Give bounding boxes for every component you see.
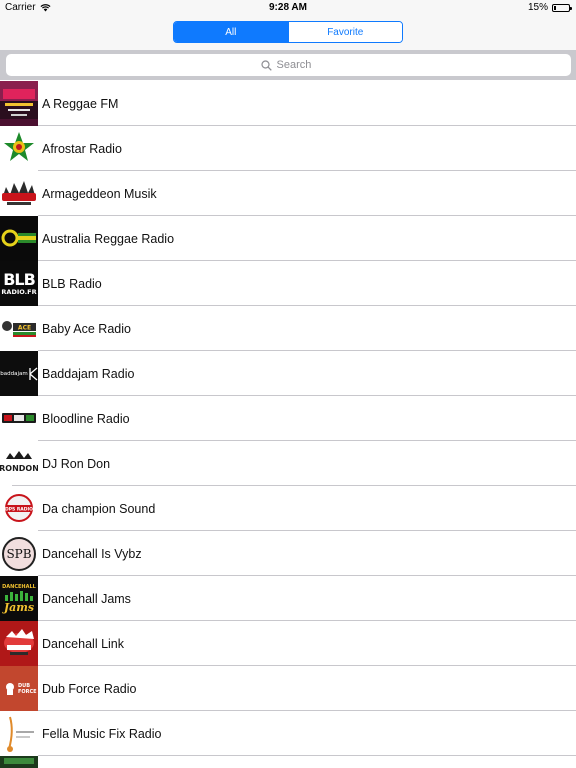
ace-logo-text: ACE: [18, 325, 31, 332]
segment-favorite[interactable]: Favorite: [287, 22, 402, 42]
blb-logo-subtext: RADIO.FR: [1, 288, 37, 296]
dancehall-logo-text: DANCEHALL: [2, 583, 36, 590]
ron-don-logo-text: RONDON: [0, 464, 38, 473]
station-name: Fella Music Fix Radio: [42, 726, 162, 741]
list-item[interactable]: DPS RADIO Da champion Sound: [0, 486, 576, 531]
nav-bar: All Favorite: [0, 16, 576, 50]
dancehall-link-logo-icon: [0, 621, 38, 666]
list-item[interactable]: Bloodline Radio: [0, 396, 576, 441]
list-item[interactable]: Australia Reggae Radio: [0, 216, 576, 261]
station-name: Dancehall Jams: [42, 591, 131, 606]
battery-percent: 15%: [527, 2, 548, 13]
list-item[interactable]: [0, 756, 576, 768]
station-name: Da champion Sound: [42, 501, 156, 516]
search-bar: [0, 50, 576, 80]
station-name: DJ Ron Don: [42, 456, 111, 471]
dps-logo-text: DPS RADIO: [5, 507, 33, 513]
list-item[interactable]: DANCEHALL Jams Dancehall Jams: [0, 576, 576, 621]
dub-force-logo-text: DUB FORCE: [18, 682, 37, 695]
segmented-control: All Favorite: [173, 21, 403, 43]
station-name: Australia Reggae Radio: [42, 231, 175, 246]
partial-logo-icon: [0, 756, 38, 768]
station-name: Afrostar Radio: [42, 141, 122, 156]
list-item[interactable]: Dancehall Link: [0, 621, 576, 666]
station-name: Baby Ace Radio: [42, 321, 131, 336]
baddajam-logo-icon: baddajam: [0, 351, 38, 396]
search-box[interactable]: [6, 54, 571, 76]
station-name: Dub Force Radio: [42, 681, 137, 696]
blb-logo-icon: BLB RADIO.FR: [0, 261, 38, 306]
list-item[interactable]: DUB FORCE Dub Force Radio: [0, 666, 576, 711]
search-icon: [260, 59, 272, 71]
station-name: Bloodline Radio: [42, 411, 130, 426]
dub-force-logo-icon: DUB FORCE: [0, 666, 38, 711]
search-input[interactable]: [276, 59, 317, 71]
a-reggae-fm-logo-icon: [0, 81, 38, 126]
dancehall-jams-logo-icon: DANCEHALL Jams: [0, 576, 38, 621]
list-item[interactable]: baddajam Baddajam Radio: [0, 351, 576, 396]
armageddeon-logo-icon: [0, 171, 38, 216]
spb-logo-icon: SPB: [0, 531, 38, 576]
segment-all[interactable]: All: [174, 22, 288, 42]
list-item[interactable]: SPB Dancehall Is Vybz: [0, 531, 576, 576]
ron-don-logo-icon: RONDON: [0, 441, 38, 486]
status-time: 9:28 AM: [269, 2, 307, 13]
baddajam-logo-text: baddajam: [0, 370, 28, 377]
list-item[interactable]: A Reggae FM: [0, 81, 576, 126]
baby-ace-logo-icon: ACE: [0, 306, 38, 351]
status-right: 15%: [527, 2, 572, 13]
list-item[interactable]: Armageddeon Musik: [0, 171, 576, 216]
list-item[interactable]: Fella Music Fix Radio: [0, 711, 576, 756]
station-name: A Reggae FM: [42, 96, 119, 111]
blb-logo-text: BLB: [3, 270, 36, 289]
spb-logo-text: SPB: [6, 546, 32, 561]
station-name: Dancehall Is Vybz: [42, 546, 142, 561]
spb-logo-badge: SPB: [2, 536, 36, 571]
fella-music-logo-icon: [0, 711, 38, 756]
station-name: Dancehall Link: [42, 636, 124, 651]
list-item[interactable]: BLB RADIO.FR BLB Radio: [0, 261, 576, 306]
afrostar-logo-icon: [0, 126, 38, 171]
battery-fill: [554, 5, 556, 10]
list-item[interactable]: RONDON DJ Ron Don: [0, 441, 576, 486]
list-item[interactable]: ACE Baby Ace Radio: [0, 306, 576, 351]
bloodline-logo-icon: [0, 396, 38, 441]
station-list: A Reggae FM Afrostar Radio Armageddeon M…: [0, 81, 576, 768]
list-item[interactable]: Afrostar Radio: [0, 126, 576, 171]
jams-logo-text: Jams: [3, 600, 35, 614]
station-name: Baddajam Radio: [42, 366, 135, 381]
station-name: BLB Radio: [42, 276, 102, 291]
station-name: Armageddeon Musik: [42, 186, 157, 201]
status-bar: Carrier 9:28 AM 15%: [0, 0, 576, 16]
champion-sound-logo-icon: DPS RADIO: [0, 486, 38, 531]
australia-reggae-logo-icon: [0, 216, 38, 261]
battery-icon: [552, 3, 572, 12]
